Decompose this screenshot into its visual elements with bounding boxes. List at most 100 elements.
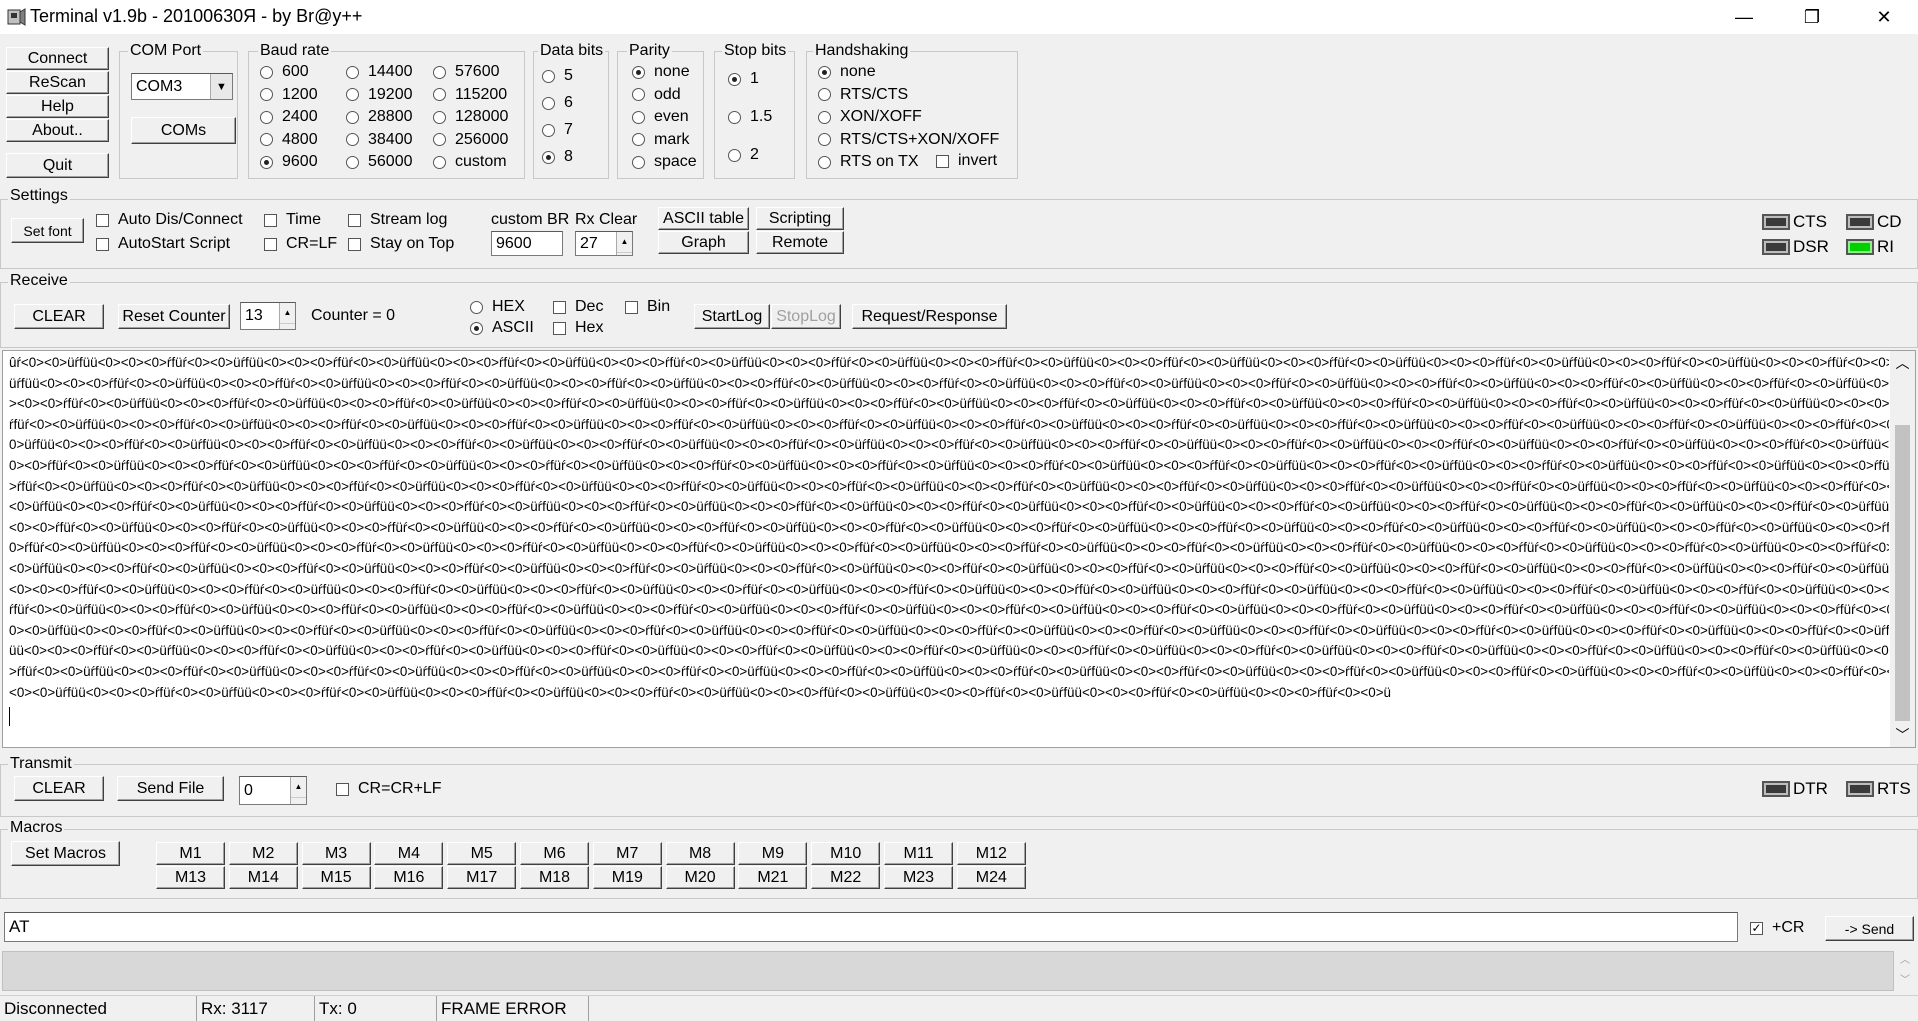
macro-button-m10[interactable]: M10 (811, 842, 881, 865)
counter-spinner[interactable]: ▲▼ (279, 303, 295, 329)
macro-button-m16[interactable]: M16 (374, 866, 444, 889)
macro-button-m24[interactable]: M24 (956, 866, 1026, 889)
plus-cr-checkbox[interactable]: ✓ +CR (1750, 918, 1804, 938)
data-bits-radio-7[interactable]: 7 (542, 120, 573, 140)
parity-radio-even[interactable]: even (632, 107, 689, 127)
rescan-button[interactable]: ReScan (6, 71, 109, 94)
data-bits-radio-8[interactable]: 8 (542, 147, 573, 167)
baud-radio-256000[interactable]: 256000 (433, 130, 508, 150)
baud-radio-128000[interactable]: 128000 (433, 107, 508, 127)
send-input[interactable]: AT (4, 912, 1738, 942)
spin-down-icon[interactable]: ▼ (617, 253, 632, 255)
auto-dis-connect-checkbox[interactable]: Auto Dis/Connect (96, 210, 243, 230)
macro-button-m6[interactable]: M6 (520, 842, 589, 865)
counter-spin-input[interactable]: 13 ▲▼ (240, 302, 296, 330)
handshaking-radio-rts-on-tx[interactable]: RTS on TX (818, 152, 919, 172)
baud-radio-custom-dot[interactable] (433, 155, 446, 169)
handshaking-radio-rts-cts-xon-xoff-dot[interactable] (818, 133, 831, 146)
macro-button-m23[interactable]: M23 (884, 866, 953, 889)
macro-button-m21[interactable]: M21 (738, 866, 808, 889)
handshaking-radio-rts-cts-dot[interactable] (818, 88, 831, 101)
baud-radio-2400-dot[interactable] (260, 110, 273, 124)
reset-counter-button[interactable]: Reset Counter (118, 304, 230, 329)
transmit-spin-input[interactable]: 0 ▲▼ (239, 776, 307, 805)
spin-down-icon[interactable]: ▼ (280, 324, 295, 329)
parity-radio-odd[interactable]: odd (632, 85, 681, 105)
macro-button-m15[interactable]: M15 (301, 866, 371, 889)
send-log-scrollbar[interactable]: ︿ ﹀ (1894, 951, 1916, 991)
baud-radio-600-dot[interactable] (260, 65, 273, 79)
baud-radio-38400[interactable]: 38400 (346, 130, 413, 150)
parity-radio-mark[interactable]: mark (632, 130, 690, 150)
spin-up-icon[interactable]: ▲ (617, 232, 632, 253)
close-button[interactable]: ✕ (1850, 0, 1918, 34)
about-button[interactable]: About.. (6, 119, 109, 142)
baud-radio-115200[interactable]: 115200 (433, 85, 507, 105)
chevron-up-icon[interactable]: ︿ (1890, 353, 1915, 373)
hex-radio[interactable]: HEX (470, 297, 525, 317)
plus-cr-box[interactable]: ✓ (1750, 921, 1763, 935)
connect-button[interactable]: Connect (6, 47, 109, 70)
stop-bits-radio-1-dot[interactable] (728, 72, 741, 86)
send-file-button[interactable]: Send File (117, 776, 224, 801)
ascii-radio[interactable]: ASCII (470, 318, 534, 338)
receive-clear-button[interactable]: CLEAR (14, 304, 104, 329)
set-font-button[interactable]: Set font (11, 218, 84, 243)
hex-radio-dot[interactable] (470, 300, 483, 314)
stop-bits-radio-2-dot[interactable] (728, 148, 741, 162)
baud-radio-custom[interactable]: custom (433, 152, 507, 172)
baud-radio-1200-dot[interactable] (260, 88, 273, 101)
bin-checkbox[interactable]: Bin (625, 297, 670, 317)
parity-radio-odd-dot[interactable] (632, 88, 645, 101)
baud-radio-600[interactable]: 600 (260, 62, 309, 82)
baud-radio-115200-dot[interactable] (433, 88, 446, 101)
macro-button-m17[interactable]: M17 (447, 866, 517, 889)
parity-radio-space[interactable]: space (632, 152, 697, 172)
macro-button-m4[interactable]: M4 (374, 842, 444, 865)
macro-button-m1[interactable]: M1 (156, 842, 225, 865)
baud-radio-38400-dot[interactable] (346, 133, 359, 146)
rx-clear-input[interactable]: 27 ▲▼ (575, 231, 633, 256)
baud-radio-9600[interactable]: 9600 (260, 152, 318, 172)
macro-button-m22[interactable]: M22 (811, 866, 881, 889)
parity-radio-mark-dot[interactable] (632, 133, 645, 146)
autostart-script-checkbox[interactable]: AutoStart Script (96, 234, 230, 254)
rx-clear-spinner[interactable]: ▲▼ (616, 232, 632, 255)
stop-bits-radio-1[interactable]: 1 (728, 69, 759, 89)
ascii-radio-dot[interactable] (470, 321, 483, 335)
baud-radio-14400[interactable]: 14400 (346, 62, 413, 82)
com-port-select[interactable]: COM3 ▼ (131, 73, 233, 100)
baud-radio-56000[interactable]: 56000 (346, 152, 413, 172)
minimize-button[interactable]: — (1710, 0, 1778, 34)
baud-radio-19200[interactable]: 19200 (346, 85, 413, 105)
dtr-indicator[interactable]: DTR (1762, 779, 1828, 799)
data-bits-radio-5-dot[interactable] (542, 69, 555, 83)
macro-button-m7[interactable]: M7 (592, 842, 662, 865)
set-macros-button[interactable]: Set Macros (11, 841, 120, 866)
parity-radio-none[interactable]: none (632, 62, 690, 82)
dec-box[interactable] (553, 300, 566, 314)
help-button[interactable]: Help (6, 95, 109, 118)
macro-button-m2[interactable]: M2 (228, 842, 298, 865)
macro-button-m20[interactable]: M20 (665, 866, 735, 889)
hex-box[interactable] (553, 321, 566, 335)
data-bits-radio-6[interactable]: 6 (542, 93, 573, 113)
autostart-script-box[interactable] (96, 237, 109, 251)
cr-lf-box[interactable] (264, 237, 277, 251)
scrollbar-thumb[interactable] (1895, 425, 1910, 721)
cr-lf-checkbox[interactable]: CR=LF (264, 234, 337, 254)
handshaking-radio-xon-xoff-dot[interactable] (818, 110, 831, 124)
cr-crlf-checkbox[interactable]: CR=CR+LF (336, 779, 442, 799)
coms-button[interactable]: COMs (131, 117, 236, 144)
macro-button-m18[interactable]: M18 (520, 866, 589, 889)
baud-radio-2400[interactable]: 2400 (260, 107, 318, 127)
macro-button-m5[interactable]: M5 (447, 842, 517, 865)
ascii-table-button[interactable]: ASCII table (658, 207, 749, 230)
auto-dis-connect-box[interactable] (96, 213, 109, 227)
data-bits-radio-5[interactable]: 5 (542, 66, 573, 86)
macro-button-m12[interactable]: M12 (956, 842, 1026, 865)
parity-radio-space-dot[interactable] (632, 155, 645, 169)
rts-indicator[interactable]: RTS (1846, 779, 1911, 799)
stop-bits-radio-2[interactable]: 2 (728, 145, 759, 165)
stop-bits-radio-1-5[interactable]: 1.5 (728, 107, 772, 127)
